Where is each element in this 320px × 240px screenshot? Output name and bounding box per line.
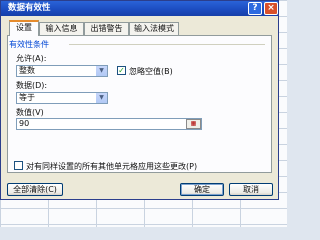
cancel-button[interactable]: 取消 bbox=[229, 183, 273, 196]
validation-criteria-group-label: 有效性条件 bbox=[9, 40, 49, 49]
allow-select[interactable]: 整数 ▼ bbox=[16, 65, 108, 77]
value-label: 数值(V) bbox=[16, 108, 44, 117]
tab-input-message[interactable]: 输入信息 bbox=[39, 22, 84, 35]
help-button[interactable]: ? bbox=[248, 2, 262, 15]
window-title: 数据有效性 bbox=[8, 3, 51, 13]
chevron-down-icon[interactable]: ▼ bbox=[95, 66, 107, 76]
tab-ime-mode[interactable]: 输入法模式 bbox=[129, 22, 179, 35]
allow-select-value: 整数 bbox=[19, 66, 35, 75]
chevron-down-icon[interactable]: ▼ bbox=[95, 93, 107, 103]
data-operator-select[interactable]: 等于 ▼ bbox=[16, 92, 108, 104]
value-input-text: 90 bbox=[19, 119, 30, 128]
ignore-blank-label: 忽略空值(B) bbox=[129, 67, 173, 76]
value-input[interactable]: 90 bbox=[16, 118, 202, 130]
tab-error-alert[interactable]: 出错警告 bbox=[84, 22, 129, 35]
tab-settings[interactable]: 设置 bbox=[9, 20, 39, 36]
apply-to-all-label: 对有同样设置的所有其他单元格应用这些更改(P) bbox=[26, 162, 198, 171]
group-divider bbox=[69, 44, 265, 45]
close-button[interactable]: × bbox=[264, 2, 278, 15]
range-select-icon[interactable]: ▦ bbox=[186, 119, 201, 129]
clear-all-button[interactable]: 全部清除(C) bbox=[7, 183, 63, 196]
settings-panel bbox=[7, 35, 272, 173]
apply-to-all-checkbox[interactable] bbox=[14, 161, 23, 170]
data-operator-value: 等于 bbox=[19, 93, 35, 102]
data-label: 数据(D): bbox=[16, 81, 48, 90]
data-validation-dialog: 数据有效性 ? × 设置 输入信息 出错警告 输入法模式 有效性条件 允许(A)… bbox=[0, 0, 279, 200]
ok-button[interactable]: 确定 bbox=[180, 183, 224, 196]
title-bar[interactable]: 数据有效性 ? × bbox=[1, 1, 278, 16]
allow-label: 允许(A): bbox=[16, 54, 47, 63]
ignore-blank-checkbox[interactable]: ✓ bbox=[117, 66, 126, 75]
checkmark-icon: ✓ bbox=[118, 66, 125, 75]
